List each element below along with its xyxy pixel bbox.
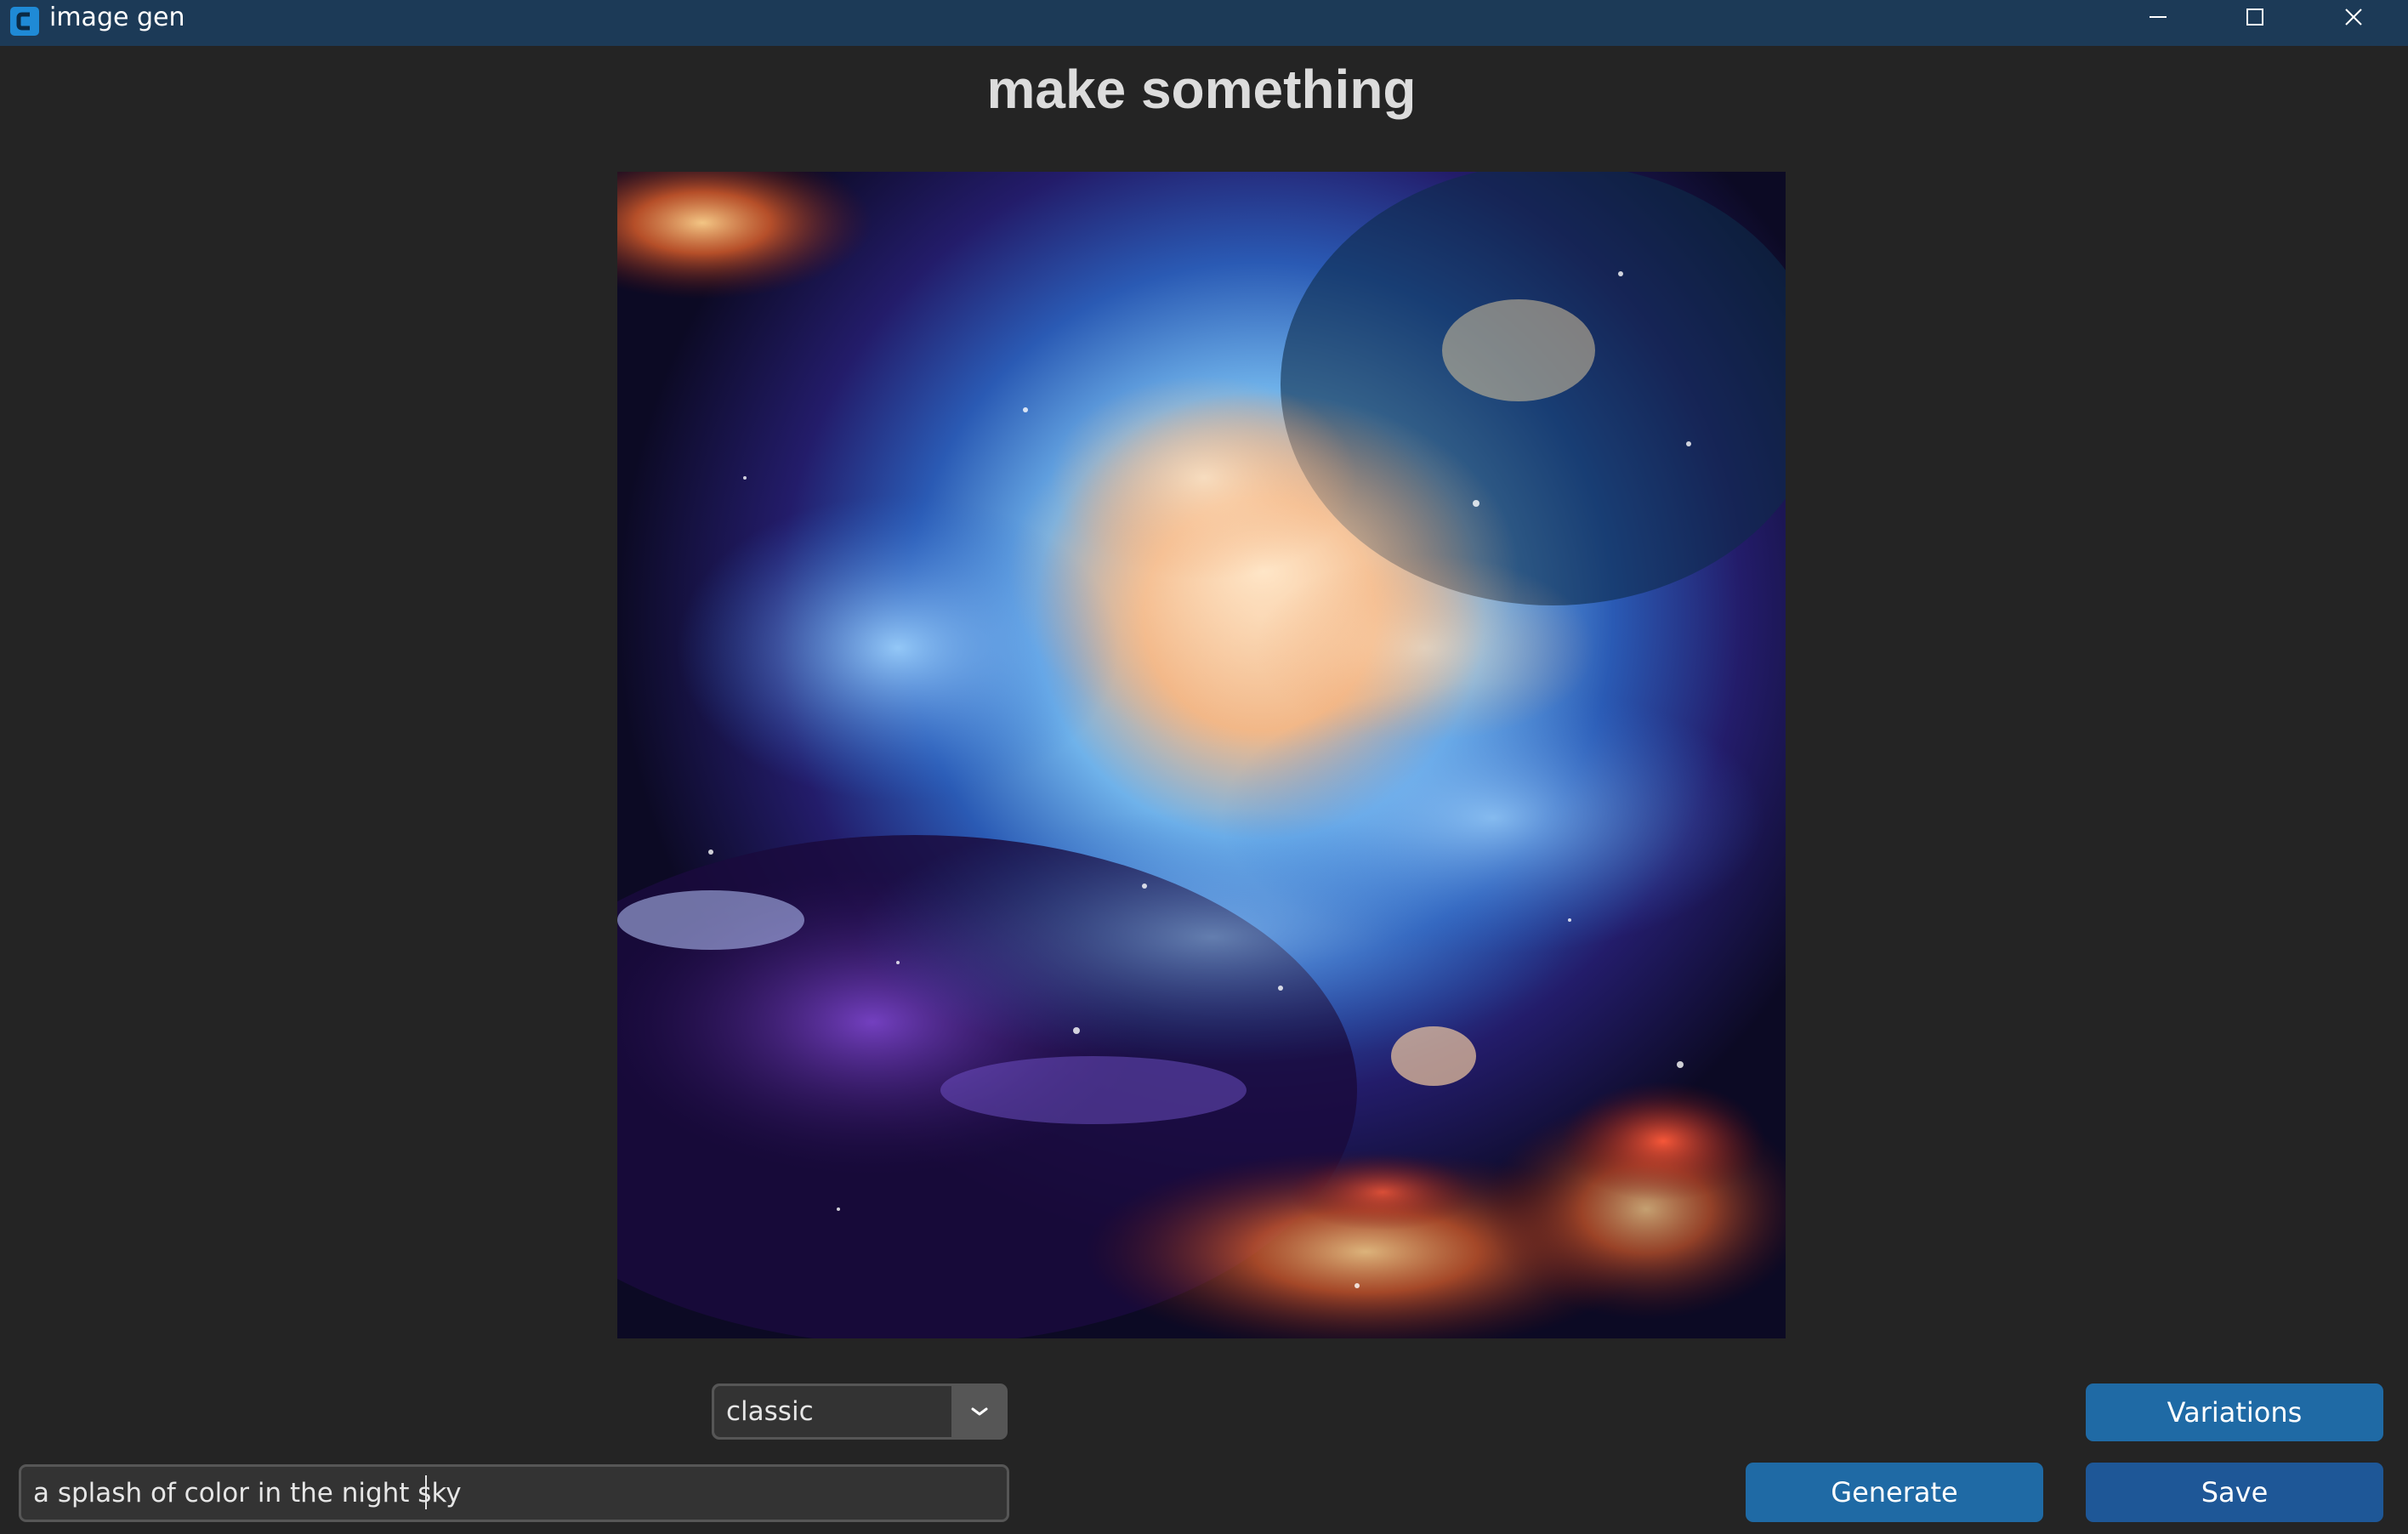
page-title: make something: [986, 59, 1417, 120]
prompt-input[interactable]: [19, 1464, 1009, 1522]
window-title: image gen: [49, 3, 185, 32]
maximize-icon: [2246, 9, 2263, 26]
text-cursor: [425, 1475, 427, 1509]
style-select-value[interactable]: classic: [714, 1386, 951, 1437]
app-icon: [10, 7, 39, 36]
nebula-image: [617, 172, 1786, 1338]
minimize-button[interactable]: [2111, 0, 2205, 34]
maximize-button[interactable]: [2208, 0, 2302, 34]
variations-button[interactable]: Variations: [2086, 1383, 2383, 1441]
close-button[interactable]: [2307, 0, 2400, 34]
style-select-dropdown-button[interactable]: [951, 1383, 1008, 1440]
generate-button[interactable]: Generate: [1746, 1463, 2043, 1522]
save-button[interactable]: Save: [2086, 1463, 2383, 1522]
generated-image: [617, 172, 1786, 1338]
chevron-down-icon: [971, 1407, 988, 1416]
style-select[interactable]: classic: [712, 1383, 1008, 1440]
minimize-icon: [2150, 16, 2167, 18]
close-icon: [2345, 9, 2362, 26]
title-bar: image gen: [0, 0, 2408, 46]
